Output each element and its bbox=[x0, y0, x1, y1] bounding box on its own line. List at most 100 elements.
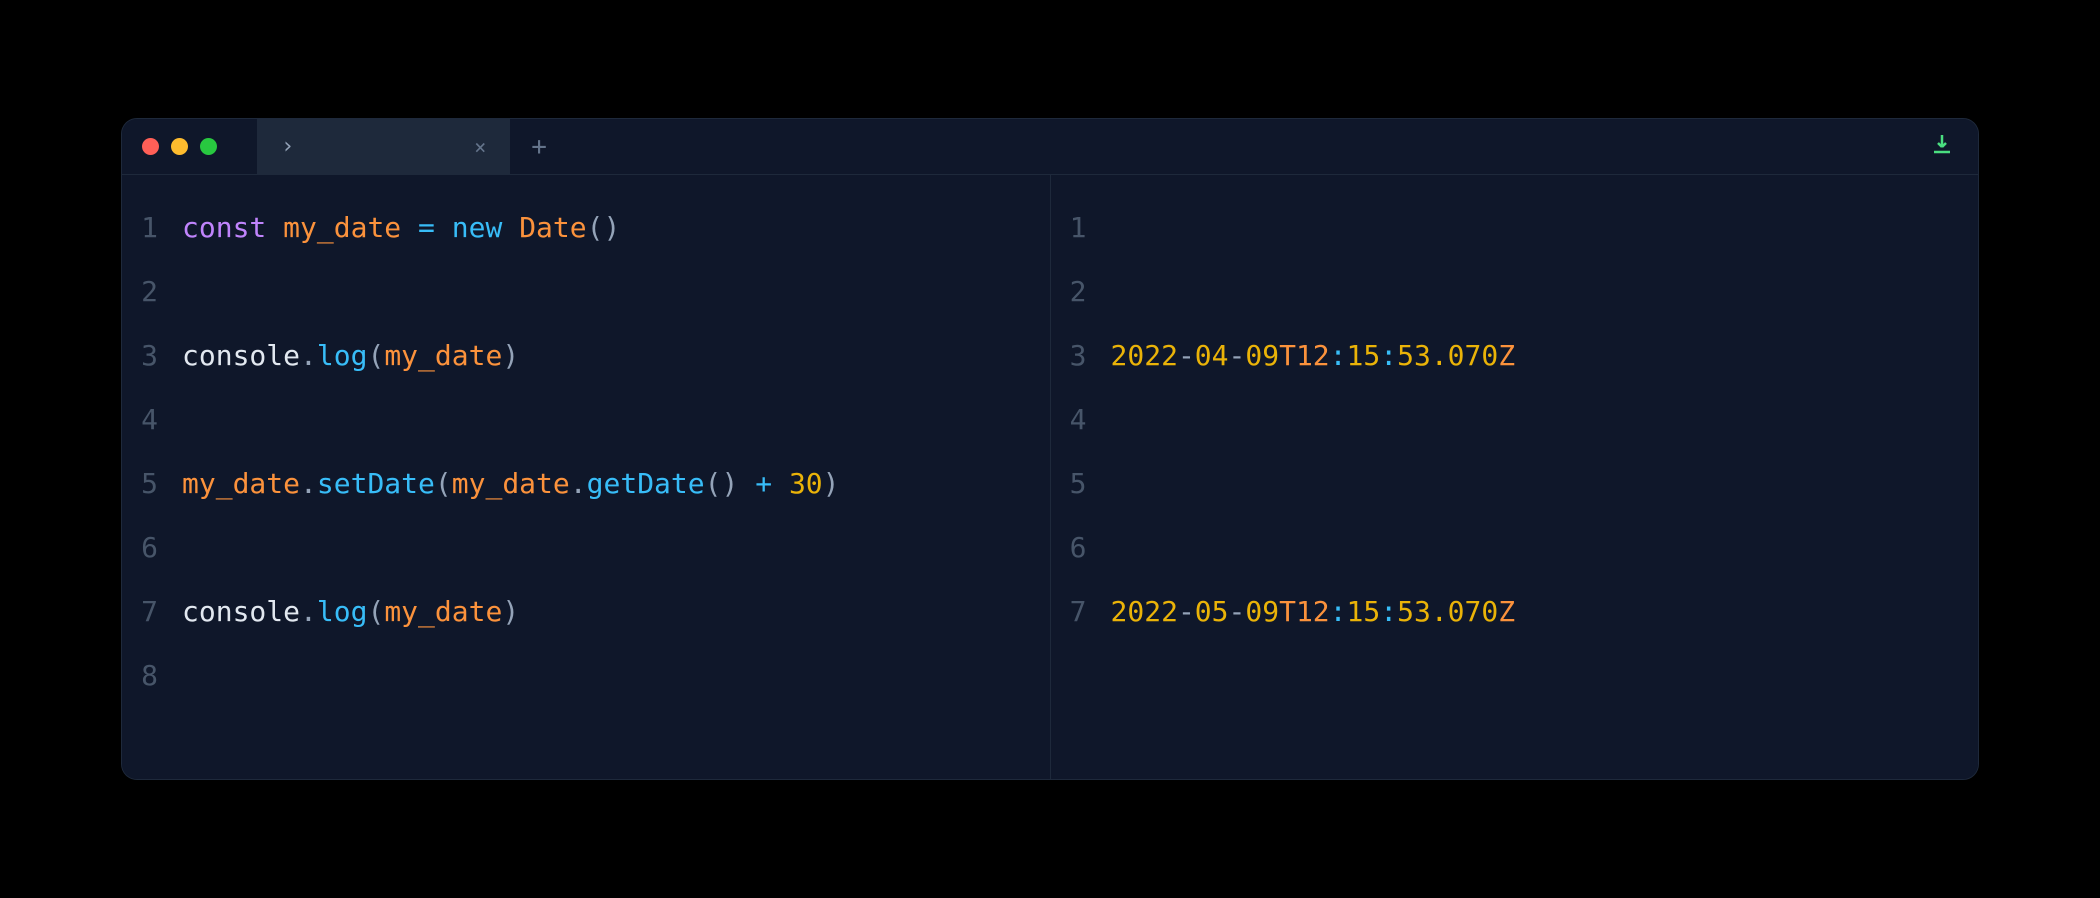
download-icon[interactable] bbox=[1930, 132, 1954, 162]
code-line: 7console.log(my_date) bbox=[122, 579, 1050, 643]
titlebar: › × + bbox=[122, 119, 1978, 175]
output-line: 1 bbox=[1051, 195, 1979, 259]
token bbox=[401, 211, 418, 244]
token: my_date bbox=[384, 339, 502, 372]
token: T12 bbox=[1279, 595, 1330, 628]
token: log bbox=[317, 595, 368, 628]
token: 04 bbox=[1195, 339, 1229, 372]
code-content: const my_date = new Date() bbox=[182, 211, 1050, 244]
tab-label: › bbox=[281, 134, 294, 159]
token: () bbox=[587, 211, 621, 244]
token: = bbox=[418, 211, 435, 244]
token: : bbox=[1380, 595, 1397, 628]
token bbox=[266, 211, 283, 244]
token bbox=[502, 211, 519, 244]
token: 53.070 bbox=[1397, 595, 1498, 628]
tab-bar: › × + bbox=[257, 119, 567, 174]
line-number: 2 bbox=[122, 275, 182, 308]
token: my_date bbox=[283, 211, 401, 244]
line-number: 8 bbox=[122, 659, 182, 692]
maximize-window-button[interactable] bbox=[200, 138, 217, 155]
token: console bbox=[182, 595, 300, 628]
token: Z bbox=[1498, 339, 1515, 372]
token: new bbox=[452, 211, 503, 244]
code-content: console.log(my_date) bbox=[182, 339, 1050, 372]
line-number: 1 bbox=[122, 211, 182, 244]
output-line: 5 bbox=[1051, 451, 1979, 515]
token: : bbox=[1380, 339, 1397, 372]
output-line: 72022-05-09T12:15:53.070Z bbox=[1051, 579, 1979, 643]
token: : bbox=[1330, 595, 1347, 628]
code-content: console.log(my_date) bbox=[182, 595, 1050, 628]
token: . bbox=[300, 339, 317, 372]
line-number: 6 bbox=[1051, 531, 1111, 564]
line-number: 1 bbox=[1051, 211, 1111, 244]
token: 2022 bbox=[1111, 595, 1178, 628]
output-pane: 1232022-04-09T12:15:53.070Z45672022-05-0… bbox=[1051, 175, 1979, 779]
close-window-button[interactable] bbox=[142, 138, 159, 155]
token: setDate bbox=[317, 467, 435, 500]
token: ) bbox=[502, 595, 519, 628]
code-content: 2022-05-09T12:15:53.070Z bbox=[1111, 595, 1979, 628]
editor-window: › × + 1const my_date = new Date()23conso… bbox=[121, 118, 1979, 780]
code-line: 3console.log(my_date) bbox=[122, 323, 1050, 387]
token: . bbox=[570, 467, 587, 500]
token: - bbox=[1178, 339, 1195, 372]
code-line: 5my_date.setDate(my_date.getDate() + 30) bbox=[122, 451, 1050, 515]
token: getDate bbox=[587, 467, 705, 500]
token bbox=[435, 211, 452, 244]
line-number: 6 bbox=[122, 531, 182, 564]
window-controls bbox=[142, 138, 217, 155]
line-number: 2 bbox=[1051, 275, 1111, 308]
token: - bbox=[1229, 595, 1246, 628]
token: 2022 bbox=[1111, 339, 1178, 372]
token: - bbox=[1229, 339, 1246, 372]
token: () bbox=[705, 467, 756, 500]
code-line: 6 bbox=[122, 515, 1050, 579]
token: my_date bbox=[384, 595, 502, 628]
token: console bbox=[182, 339, 300, 372]
output-line: 2 bbox=[1051, 259, 1979, 323]
token bbox=[772, 467, 789, 500]
line-number: 3 bbox=[1051, 339, 1111, 372]
new-tab-button[interactable]: + bbox=[511, 132, 567, 162]
minimize-window-button[interactable] bbox=[171, 138, 188, 155]
token: 15 bbox=[1347, 595, 1381, 628]
token: : bbox=[1330, 339, 1347, 372]
token: ( bbox=[367, 339, 384, 372]
code-line: 8 bbox=[122, 643, 1050, 707]
token: . bbox=[300, 595, 317, 628]
code-line: 2 bbox=[122, 259, 1050, 323]
output-line: 32022-04-09T12:15:53.070Z bbox=[1051, 323, 1979, 387]
line-number: 7 bbox=[122, 595, 182, 628]
token: 09 bbox=[1245, 595, 1279, 628]
token: log bbox=[317, 339, 368, 372]
line-number: 5 bbox=[1051, 467, 1111, 500]
code-pane[interactable]: 1const my_date = new Date()23console.log… bbox=[122, 175, 1051, 779]
token: Z bbox=[1498, 595, 1515, 628]
line-number: 3 bbox=[122, 339, 182, 372]
token: . bbox=[300, 467, 317, 500]
token: 09 bbox=[1245, 339, 1279, 372]
close-tab-icon[interactable]: × bbox=[474, 135, 486, 159]
token: - bbox=[1178, 595, 1195, 628]
line-number: 7 bbox=[1051, 595, 1111, 628]
token: const bbox=[182, 211, 266, 244]
code-line: 1const my_date = new Date() bbox=[122, 195, 1050, 259]
line-number: 4 bbox=[1051, 403, 1111, 436]
token: ) bbox=[823, 467, 840, 500]
token: + bbox=[755, 467, 772, 500]
token: 53.070 bbox=[1397, 339, 1498, 372]
line-number: 5 bbox=[122, 467, 182, 500]
token: 30 bbox=[789, 467, 823, 500]
token: my_date bbox=[452, 467, 570, 500]
editor-area: 1const my_date = new Date()23console.log… bbox=[122, 175, 1978, 779]
code-content: my_date.setDate(my_date.getDate() + 30) bbox=[182, 467, 1050, 500]
tab-active[interactable]: › × bbox=[257, 119, 511, 174]
output-line: 6 bbox=[1051, 515, 1979, 579]
token: ( bbox=[367, 595, 384, 628]
code-content: 2022-04-09T12:15:53.070Z bbox=[1111, 339, 1979, 372]
token: Date bbox=[519, 211, 586, 244]
token: my_date bbox=[182, 467, 300, 500]
token: ) bbox=[502, 339, 519, 372]
